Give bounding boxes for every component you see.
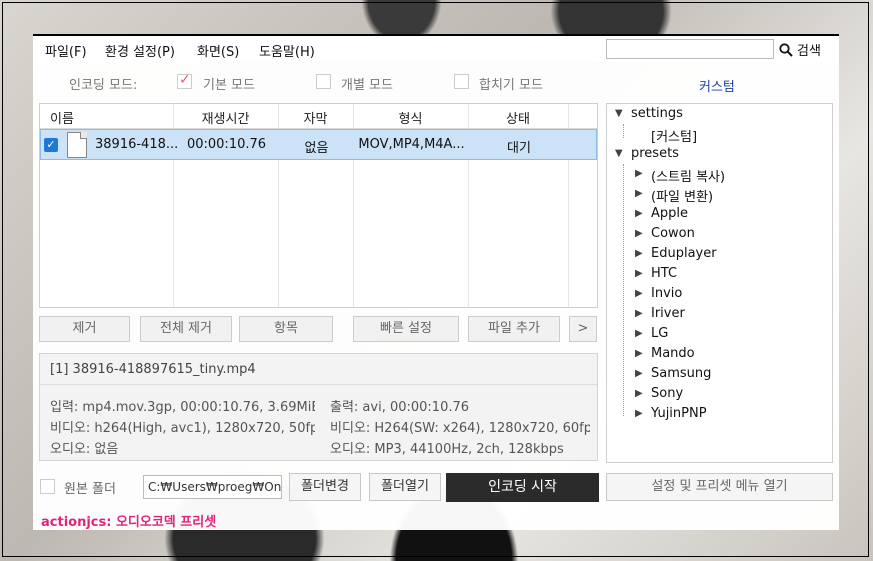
chevron-right-icon[interactable]: ▶ [635,168,643,179]
chevron-right-icon[interactable]: ▶ [635,188,643,199]
tree-node-preset[interactable]: (스트림 복사) [651,166,725,185]
checkmark-icon: ✓ [179,72,191,88]
search-button[interactable]: 검색 [779,40,821,59]
menu-help[interactable]: 도움말(H) [259,41,315,60]
chevron-down-icon[interactable]: ▼ [615,108,623,119]
add-file-button[interactable]: 파일 추가 [468,316,560,342]
column-name[interactable]: 이름 [50,108,74,127]
column-format[interactable]: 형식 [353,108,468,127]
file-duration: 00:00:10.76 [186,137,267,152]
start-encoding-button[interactable]: 인코딩 시작 [446,473,599,502]
mode-merge-label[interactable]: 합치기 모드 [479,74,543,93]
chevron-right-icon[interactable]: ▶ [635,348,643,359]
tree-node-settings[interactable]: settings [631,106,683,121]
tree-node-preset[interactable]: Cowon [651,226,695,241]
tree-node-preset[interactable]: Sony [651,386,683,401]
search-label: 검색 [797,44,821,59]
file-name: 38916-418... [95,137,179,152]
chevron-right-icon[interactable]: ▶ [635,368,643,379]
row-checkbox[interactable]: ✓ [44,138,58,152]
open-folder-button[interactable]: 폴더열기 [369,473,441,501]
source-folder-checkbox[interactable] [40,479,55,494]
encoding-mode-bar: 인코딩 모드: ✓ 기본 모드 개별 모드 합치기 모드 커스텀 [33,62,839,102]
info-output: 출력: avi, 00:00:10.76 [330,400,470,415]
info-title: [1] 38916-418897615_tiny.mp4 [50,362,256,377]
tree-node-preset[interactable]: Eduplayer [651,246,717,261]
source-folder-label: 원본 폴더 [64,482,116,497]
file-actions: 제거 전체 제거 항목 빠른 설정 파일 추가 > [39,316,599,343]
tree-guide [623,124,624,138]
file-icon [67,132,87,158]
mode-basic-label[interactable]: 기본 모드 [203,74,255,93]
chevron-right-icon[interactable]: ▶ [635,248,643,259]
menu-view[interactable]: 화면(S) [197,41,239,60]
mode-individual-checkbox[interactable] [316,74,331,89]
chevron-right-icon[interactable]: ▶ [635,288,643,299]
chevron-right-icon[interactable]: ▶ [635,268,643,279]
info-video-in: 비디오: h264(High, avc1), 1280x720, 50fp... [50,421,315,436]
file-subtitle: 없음 [304,141,329,156]
menubar: 파일(F) 환경 설정(P) 화면(S) 도움말(H) 검색 [33,36,839,62]
file-row[interactable]: ✓ 38916-418... 00:00:10.76 없음 MOV,MP4,M4… [40,129,597,160]
file-list[interactable]: 이름 재생시간 자막 형식 상태 ✓ 38916-418... 00:00:10… [39,103,598,308]
menu-preferences[interactable]: 환경 설정(P) [105,41,175,60]
encoding-mode-label: 인코딩 모드: [69,78,138,93]
footer-note: actionjcs: 오디오코덱 프리셋 [41,515,217,530]
tree-guide [623,164,624,416]
column-subtitle[interactable]: 자막 [278,108,353,127]
file-list-header: 이름 재생시간 자막 형식 상태 [40,104,597,129]
chevron-right-icon[interactable]: ▶ [635,328,643,339]
change-folder-button[interactable]: 폴더변경 [289,473,361,501]
chevron-right-icon[interactable]: ▶ [635,388,643,399]
file-info-panel: [1] 38916-418897615_tiny.mp4 입력: mp4.mov… [39,353,598,461]
info-audio-out: 오디오: MP3, 44100Hz, 2ch, 128kbps [330,442,564,457]
search-input[interactable] [606,39,774,59]
tree-node-custom[interactable]: [커스텀] [651,126,697,145]
chevron-down-icon[interactable]: ▼ [615,148,623,159]
file-status: 대기 [507,141,531,156]
quick-settings-button[interactable]: 빠른 설정 [353,316,459,342]
file-format: MOV,MP4,M4A... [358,137,465,152]
chevron-right-icon[interactable]: ▶ [635,228,643,239]
chevron-right-icon[interactable]: ▶ [635,308,643,319]
info-input: 입력: mp4.mov.3gp, 00:00:10.76, 3.69MiB [50,400,315,415]
more-button[interactable]: > [569,316,597,342]
mode-merge-checkbox[interactable] [454,74,469,89]
bottom-bar: 원본 폴더 C:₩Users₩proeg₩One 폴더변경 폴더열기 인코딩 시… [33,471,839,503]
tree-node-preset[interactable]: HTC [651,266,677,281]
mode-basic-checkbox[interactable]: ✓ [177,72,192,89]
tree-node-preset[interactable]: Invio [651,286,682,301]
tree-node-preset[interactable]: (파일 변환) [651,186,713,205]
remove-all-button[interactable]: 전체 제거 [140,316,232,342]
tree-node-presets[interactable]: presets [631,146,679,161]
divider [40,384,597,385]
menu-file[interactable]: 파일(F) [45,41,87,60]
tree-node-preset[interactable]: Samsung [651,366,711,381]
output-path-input[interactable]: C:₩Users₩proeg₩One [143,475,282,499]
tree-node-preset[interactable]: Iriver [651,306,685,321]
custom-link[interactable]: 커스텀 [699,76,735,95]
encoder-window: 파일(F) 환경 설정(P) 화면(S) 도움말(H) 검색 인코딩 모드: ✓… [33,34,839,530]
chevron-right-icon[interactable]: ▶ [635,408,643,419]
tree-node-preset[interactable]: Apple [651,206,688,221]
column-duration[interactable]: 재생시간 [173,108,278,127]
mode-individual-label[interactable]: 개별 모드 [341,74,393,93]
remove-button[interactable]: 제거 [39,316,130,342]
tree-node-preset[interactable]: LG [651,326,668,341]
open-settings-menu-button[interactable]: 설정 및 프리셋 메뉴 열기 [606,473,833,501]
tree-node-preset[interactable]: Mando [651,346,695,361]
info-audio-in: 오디오: 없음 [50,442,119,457]
chevron-right-icon[interactable]: ▶ [635,208,643,219]
preset-tree[interactable]: ▼ settings [커스텀] ▼ presets ▶ (스트림 복사) ▶ (파일… [606,103,833,463]
item-button[interactable]: 항목 [239,316,333,342]
info-video-out: 비디오: H264(SW: x264), 1280x720, 60fps,... [330,421,590,436]
tree-node-preset[interactable]: YujinPNP [651,406,707,421]
column-status[interactable]: 상태 [468,108,568,127]
search-icon [779,42,793,57]
